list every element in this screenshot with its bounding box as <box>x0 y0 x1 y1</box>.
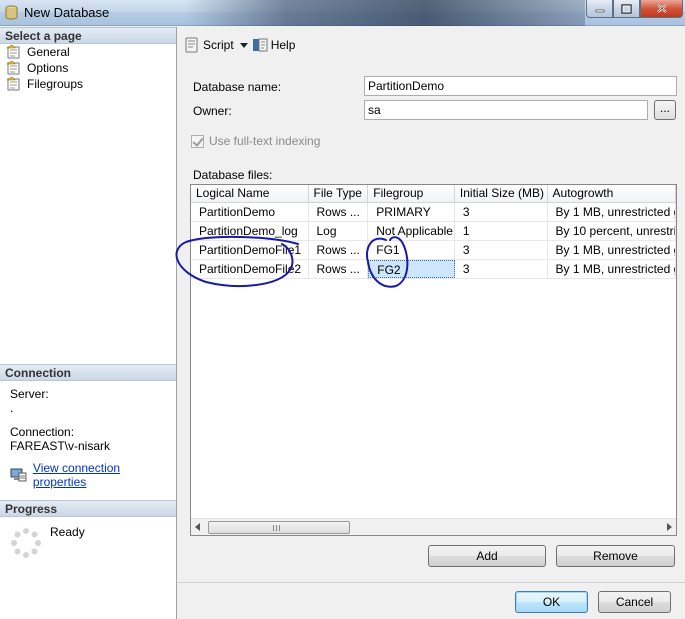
server-label: Server: <box>10 387 49 401</box>
cell-initial-size[interactable]: 1 <box>455 222 548 240</box>
sidebar-item-label: Options <box>27 61 69 75</box>
connection-section: Connection Server: . Connection: FAREAST… <box>0 364 176 489</box>
database-app-icon <box>5 5 18 20</box>
view-connection-properties-link[interactable]: View connection properties <box>33 461 176 489</box>
cell-filegroup[interactable]: Not Applicable <box>368 222 455 240</box>
dialog-footer: OK Cancel <box>178 582 685 619</box>
progress-section: Progress Ready <box>0 500 176 577</box>
cell-file-type[interactable]: Rows ... <box>309 260 369 278</box>
cell-logical-name[interactable]: PartitionDemo_log <box>191 222 309 240</box>
cell-initial-size[interactable]: 3 <box>455 260 548 278</box>
sidebar-item-options[interactable]: Options <box>0 60 176 76</box>
horizontal-scrollbar[interactable] <box>191 518 676 535</box>
fulltext-checkbox-row[interactable]: Use full-text indexing <box>191 134 320 148</box>
minimize-button[interactable] <box>586 0 613 18</box>
help-icon <box>252 38 268 52</box>
cell-filegroup[interactable]: PRIMARY <box>368 203 455 221</box>
cell-initial-size[interactable]: 3 <box>455 203 548 221</box>
column-header-initial-size[interactable]: Initial Size (MB) <box>455 185 548 202</box>
title-bar: New Database <box>0 0 685 26</box>
table-row[interactable]: PartitionDemo_log Log Not Applicable 1 B… <box>191 222 676 241</box>
database-name-label: Database name: <box>193 80 282 94</box>
server-value: . <box>10 401 14 415</box>
window-controls <box>586 0 683 18</box>
toolbar: Script Help <box>178 27 685 63</box>
scrollbar-thumb[interactable] <box>208 521 350 534</box>
ok-button[interactable]: OK <box>515 591 588 613</box>
remove-button[interactable]: Remove <box>556 545 675 567</box>
script-dropdown[interactable] <box>239 35 248 55</box>
progress-status: Ready <box>50 525 85 539</box>
cell-filegroup[interactable]: FG1 <box>368 241 455 259</box>
cell-logical-name[interactable]: PartitionDemoFile1 <box>191 241 309 259</box>
cell-autogrowth[interactable]: By 1 MB, unrestricted grow <box>548 241 676 259</box>
connection-value: FAREAST\v-nisark <box>10 439 111 453</box>
connection-label: Connection: <box>10 425 75 439</box>
table-row[interactable]: PartitionDemoFile2 Rows ... FG2 3 By 1 M… <box>191 260 676 279</box>
column-header-file-type[interactable]: File Type <box>309 185 369 202</box>
minimize-icon <box>595 9 604 12</box>
general-page-form: Database name: PartitionDemo Owner: sa .… <box>178 63 685 583</box>
maximize-button[interactable] <box>613 0 640 18</box>
database-files-grid[interactable]: Logical Name File Type Filegroup Initial… <box>190 184 677 536</box>
page-icon <box>6 45 20 59</box>
script-icon <box>185 37 198 53</box>
fulltext-label: Use full-text indexing <box>209 134 321 148</box>
connection-properties-icon <box>10 468 27 482</box>
sidebar-item-general[interactable]: General <box>0 44 176 60</box>
sidebar-item-label: Filegroups <box>27 77 84 91</box>
cell-filegroup-selected[interactable]: FG2 <box>368 260 455 278</box>
script-label: Script <box>203 38 234 52</box>
cell-initial-size[interactable]: 3 <box>455 241 548 259</box>
connection-header: Connection <box>0 364 176 381</box>
left-panel: Select a page General Options Filegroups… <box>0 27 177 619</box>
table-row[interactable]: PartitionDemo Rows ... PRIMARY 3 By 1 MB… <box>191 203 676 222</box>
cell-autogrowth[interactable]: By 1 MB, unrestricted grow <box>548 203 676 221</box>
cell-logical-name[interactable]: PartitionDemoFile2 <box>191 260 309 278</box>
column-header-autogrowth[interactable]: Autogrowth <box>548 185 676 202</box>
add-button[interactable]: Add <box>428 545 546 567</box>
page-icon <box>6 77 20 91</box>
grid-header: Logical Name File Type Filegroup Initial… <box>191 185 676 203</box>
database-files-label: Database files: <box>193 168 273 182</box>
fulltext-checkbox[interactable] <box>191 134 204 148</box>
owner-label: Owner: <box>193 104 232 118</box>
owner-input[interactable]: sa <box>364 100 648 120</box>
select-page-header: Select a page <box>0 27 176 44</box>
progress-header: Progress <box>0 500 176 517</box>
page-icon <box>6 61 20 75</box>
help-button[interactable]: Help <box>252 35 296 55</box>
scroll-left-icon[interactable] <box>195 523 200 531</box>
cell-file-type[interactable]: Rows ... <box>309 241 369 259</box>
close-icon <box>656 4 667 13</box>
titlebar-background <box>185 0 585 26</box>
grip-icon <box>273 525 282 531</box>
cell-file-type[interactable]: Rows ... <box>309 203 369 221</box>
table-row[interactable]: PartitionDemoFile1 Rows ... FG1 3 By 1 M… <box>191 241 676 260</box>
cell-logical-name[interactable]: PartitionDemo <box>191 203 309 221</box>
column-header-filegroup[interactable]: Filegroup <box>368 185 455 202</box>
script-button[interactable]: Script <box>184 35 234 55</box>
cell-autogrowth[interactable]: By 10 percent, unrestricte <box>548 222 676 240</box>
sidebar-item-label: General <box>27 45 70 59</box>
scroll-right-icon[interactable] <box>667 523 672 531</box>
database-name-input[interactable]: PartitionDemo <box>364 76 677 96</box>
cell-file-type[interactable]: Log <box>309 222 369 240</box>
progress-spinner-icon <box>11 528 41 558</box>
window-title: New Database <box>24 5 110 20</box>
owner-browse-button[interactable]: ... <box>654 100 676 120</box>
close-button[interactable] <box>640 0 683 18</box>
help-label: Help <box>270 38 296 52</box>
column-header-logical-name[interactable]: Logical Name <box>191 185 309 202</box>
maximize-icon <box>621 3 632 14</box>
cell-autogrowth[interactable]: By 1 MB, unrestricted grow <box>548 260 676 278</box>
cancel-button[interactable]: Cancel <box>598 591 671 613</box>
chevron-down-icon <box>239 42 248 48</box>
sidebar-item-filegroups[interactable]: Filegroups <box>0 76 176 92</box>
